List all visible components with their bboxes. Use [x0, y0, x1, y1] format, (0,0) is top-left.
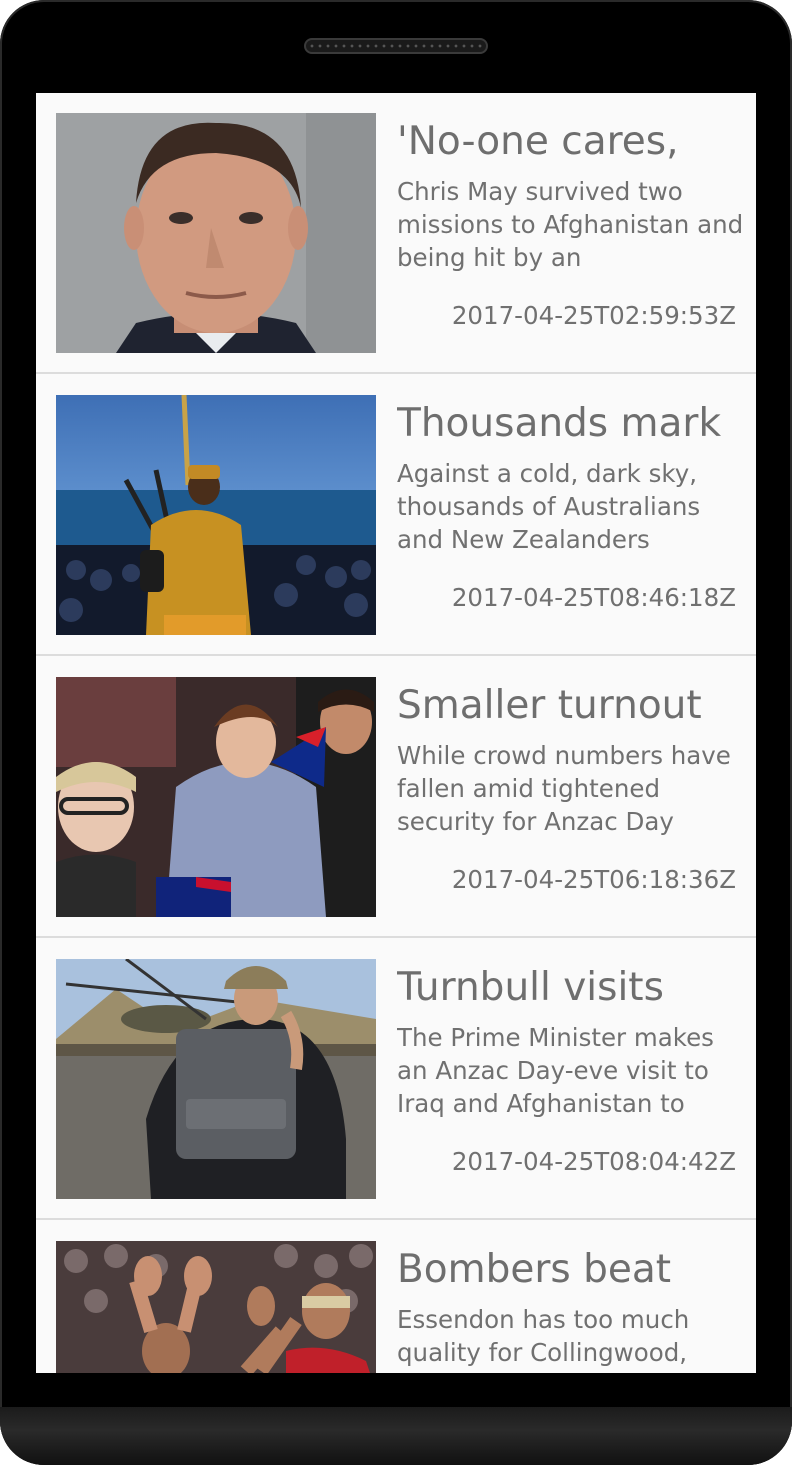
article-description: Essendon has too much quality for Collin…	[397, 1305, 690, 1367]
article-title: Thousands mark	[397, 401, 722, 446]
article-date: 2017-04-25T08:46:18Z	[451, 583, 736, 612]
article-title: 'No-one cares,	[397, 119, 679, 164]
article-thumbnail	[56, 959, 376, 1199]
phone-bottom-bezel	[0, 1407, 792, 1465]
news-card[interactable]: Smaller turnout While crowd numbers have…	[36, 657, 756, 938]
article-title: Turnbull visits	[397, 965, 664, 1010]
article-title: Bombers beat	[397, 1247, 672, 1292]
article-description: The Prime Minister makes an Anzac Day-ev…	[397, 1023, 714, 1118]
article-description: Chris May survived two missions to Afgha…	[397, 177, 744, 272]
article-date: 2017-04-25T06:18:36Z	[451, 865, 736, 894]
article-thumbnail	[56, 1241, 376, 1373]
phone-frame: 'No-one cares, Chris May survived two mi…	[0, 0, 792, 1465]
article-date: 2017-04-25T08:04:42Z	[451, 1147, 736, 1176]
news-card[interactable]: Turnbull visits The Prime Minister makes…	[36, 939, 756, 1220]
article-thumbnail	[56, 395, 376, 635]
article-thumbnail	[56, 113, 376, 353]
news-card[interactable]: Thousands mark Against a cold, dark sky,…	[36, 375, 756, 656]
article-description: While crowd numbers have fallen amid tig…	[397, 741, 731, 836]
speaker-grille	[304, 38, 488, 54]
news-card[interactable]: Bombers beat Essendon has too much quali…	[36, 1221, 756, 1373]
article-description: Against a cold, dark sky, thousands of A…	[397, 459, 701, 554]
news-card[interactable]: 'No-one cares, Chris May survived two mi…	[36, 93, 756, 374]
article-date: 2017-04-25T02:59:53Z	[451, 301, 736, 330]
article-thumbnail	[56, 677, 376, 917]
article-title: Smaller turnout	[397, 683, 702, 728]
news-list[interactable]: 'No-one cares, Chris May survived two mi…	[36, 93, 756, 1373]
